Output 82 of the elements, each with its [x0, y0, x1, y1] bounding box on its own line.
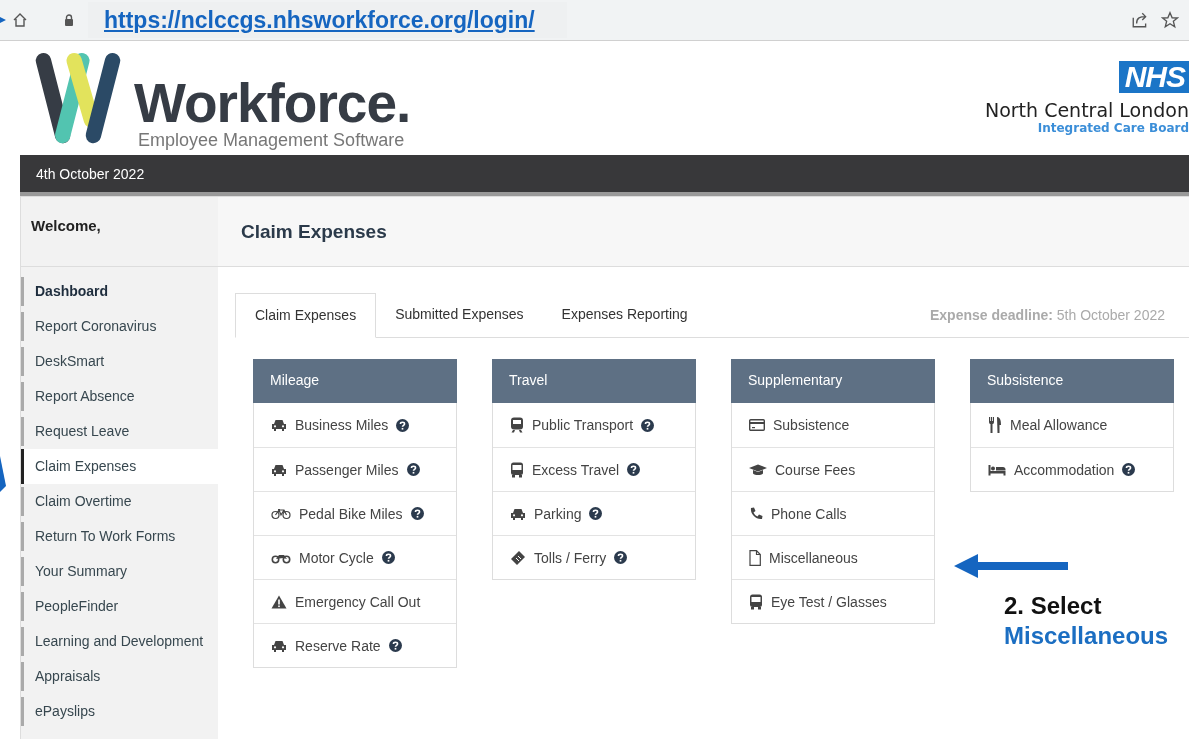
bus-icon	[749, 593, 763, 610]
car-icon	[510, 506, 526, 521]
sidebar-item[interactable]: ePayslips	[21, 697, 218, 726]
warning-icon	[271, 594, 287, 609]
tab[interactable]: Expenses Reporting	[542, 293, 707, 337]
brand-name: Workforce.	[134, 77, 411, 129]
expense-option[interactable]: Tolls / Ferry	[493, 535, 695, 579]
expense-option[interactable]: Accommodation	[971, 447, 1173, 491]
car-icon	[271, 462, 287, 477]
expense-option[interactable]: Excess Travel	[493, 447, 695, 491]
panel-header: Subsistence	[970, 359, 1174, 403]
help-icon[interactable]	[589, 507, 603, 520]
sidebar-item[interactable]: Learning and Development	[21, 627, 218, 656]
ticket-icon	[510, 549, 526, 566]
org-subtitle: Integrated Care Board	[1037, 121, 1189, 135]
sidebar-item[interactable]: Return To Work Forms	[21, 522, 218, 551]
url-link[interactable]: https://nclccgs.nhsworkforce.org/login/	[104, 6, 535, 34]
sidebar-item[interactable]: Appraisals	[21, 662, 218, 691]
arrow-icon	[0, 16, 6, 24]
panel-header: Travel	[492, 359, 696, 403]
lock-icon[interactable]	[64, 14, 74, 26]
home-icon[interactable]	[12, 12, 28, 28]
help-icon[interactable]	[641, 418, 655, 432]
help-icon[interactable]	[381, 551, 395, 564]
expense-option[interactable]: Emergency Call Out	[254, 579, 456, 623]
sidebar-item[interactable]: Claim Expenses	[21, 449, 218, 484]
bus-icon	[510, 461, 524, 478]
expense-option[interactable]: Passenger Miles	[254, 447, 456, 491]
help-icon[interactable]	[396, 418, 410, 432]
expense-option[interactable]: Miscellaneous	[732, 535, 934, 579]
panel-header: Supplementary	[731, 359, 935, 403]
tab[interactable]: Submitted Expenses	[376, 293, 543, 337]
sidebar-item[interactable]: Report Absence	[21, 382, 218, 411]
sidebar-item[interactable]: Dashboard	[21, 277, 218, 306]
help-icon[interactable]	[388, 639, 402, 652]
sidebar-item[interactable]: Request Leave	[21, 417, 218, 446]
expense-option[interactable]: Public Transport	[493, 403, 695, 447]
bed-icon	[988, 463, 1006, 476]
sidebar-item[interactable]: Your Summary	[21, 557, 218, 586]
star-icon[interactable]	[1161, 11, 1179, 29]
sidebar-item[interactable]: Report Coronavirus	[21, 312, 218, 341]
cutlery-icon	[988, 417, 1002, 433]
expense-option[interactable]: Pedal Bike Miles	[254, 491, 456, 535]
welcome-text: Welcome,	[31, 217, 101, 234]
expense-option[interactable]: Business Miles	[254, 403, 456, 447]
help-icon[interactable]	[410, 507, 424, 520]
help-icon[interactable]	[406, 463, 420, 476]
expense-option[interactable]: Course Fees	[732, 447, 934, 491]
expense-option[interactable]: Meal Allowance	[971, 403, 1173, 447]
expense-option[interactable]: Phone Calls	[732, 491, 934, 535]
expense-option[interactable]: Subsistence	[732, 403, 934, 447]
help-icon[interactable]	[614, 551, 628, 564]
org-name: North Central London	[984, 99, 1189, 121]
car-icon	[271, 638, 287, 653]
credit-card-icon	[749, 419, 765, 431]
expense-option[interactable]: Eye Test / Glasses	[732, 579, 934, 623]
nhs-badge: NHS	[1118, 61, 1189, 93]
panel-header: Mileage	[253, 359, 457, 403]
arrow-icon	[954, 554, 1068, 578]
expense-option[interactable]: Parking	[493, 491, 695, 535]
date-text: 4th October 2022	[36, 165, 145, 182]
annotation-text: 2. Select	[1004, 592, 1103, 620]
file-icon	[749, 549, 761, 566]
graduation-cap-icon	[749, 463, 767, 476]
share-icon[interactable]	[1131, 11, 1149, 29]
sidebar-item[interactable]: Claim Overtime	[21, 487, 218, 516]
help-icon[interactable]	[1122, 463, 1136, 476]
deadline-text: Expense deadline: 5th October 2022	[930, 307, 1165, 323]
expense-option[interactable]: Reserve Rate	[254, 623, 456, 667]
bicycle-icon	[271, 507, 291, 520]
tab[interactable]: Claim Expenses	[235, 293, 377, 338]
train-icon	[510, 417, 524, 433]
annotation-text: Miscellaneous	[1004, 622, 1169, 650]
sidebar-item[interactable]: DeskSmart	[21, 347, 218, 376]
sidebar-item[interactable]: PeopleFinder	[21, 592, 218, 621]
brand-tagline: Employee Management Software	[138, 129, 406, 151]
phone-icon	[749, 506, 763, 521]
arrow-icon	[0, 456, 6, 492]
expense-option[interactable]: Motor Cycle	[254, 535, 456, 579]
car-icon	[271, 418, 287, 432]
page-title: Claim Expenses	[241, 220, 387, 243]
help-icon[interactable]	[627, 463, 641, 476]
